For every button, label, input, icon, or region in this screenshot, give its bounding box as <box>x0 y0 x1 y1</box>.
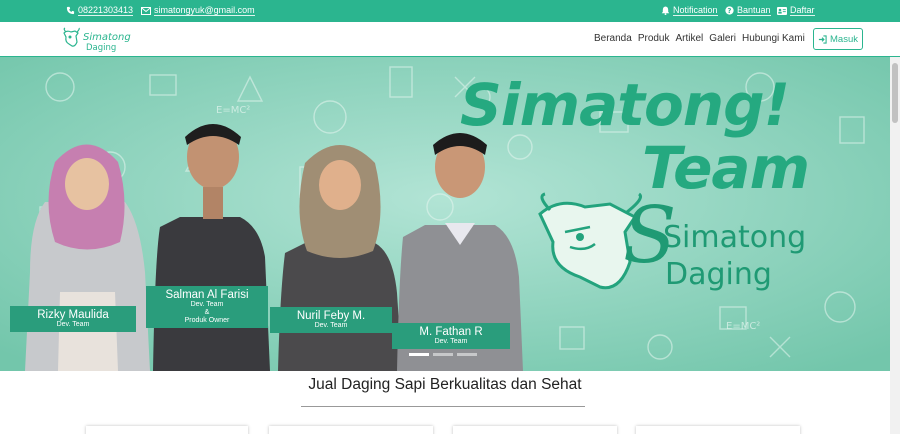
product-card[interactable] <box>636 426 800 434</box>
login-button[interactable]: Masuk <box>813 28 863 50</box>
team-role: Dev. Team <box>56 321 90 328</box>
team-member-photo-nuril <box>278 145 402 371</box>
carousel-indicator-2[interactable] <box>433 353 453 356</box>
envelope-icon <box>141 6 151 15</box>
team-tag-salman: Salman Al Farisi Dev. Team & Produk Owne… <box>146 286 268 328</box>
email-address: simatongyuk@gmail.com <box>154 5 255 16</box>
email-link[interactable]: simatongyuk@gmail.com <box>141 5 255 16</box>
help-link[interactable]: ? Bantuan <box>725 5 771 16</box>
nav-item-galeri[interactable]: Galeri <box>709 33 736 44</box>
navbar: Simatong Daging Beranda Produk Artikel G… <box>0 22 900 57</box>
section-title: Jual Daging Sapi Berkualitas dan Sehat <box>308 376 582 393</box>
register-link[interactable]: Daftar <box>777 5 815 16</box>
team-name: Rizky Maulida <box>37 309 109 321</box>
phone-icon <box>66 6 75 15</box>
register-label: Daftar <box>790 5 815 16</box>
page: 08221303413 simatongyuk@gmail.com Notifi… <box>0 0 900 434</box>
nav-item-produk[interactable]: Produk <box>638 33 670 44</box>
carousel-indicator-3[interactable] <box>457 353 477 356</box>
hero-logo-line2: Daging <box>665 257 772 292</box>
brand-logo[interactable]: Simatong Daging <box>62 27 132 53</box>
team-tag-fathan: M. Fathan R Dev. Team <box>392 323 510 349</box>
brand-line1: Simatong <box>83 32 131 43</box>
team-member-photo-rizky <box>25 144 150 371</box>
formula-text: E=MC² <box>216 105 250 116</box>
team-role: Dev. Team <box>314 322 348 329</box>
team-role-and: & <box>204 309 210 316</box>
nav-item-artikel[interactable]: Artikel <box>676 33 704 44</box>
hero-brand-logo: S Simatong Daging <box>538 192 806 292</box>
team-name: M. Fathan R <box>419 326 483 338</box>
section-divider <box>301 406 585 407</box>
team-role: Dev. Team <box>190 301 224 308</box>
nav-item-beranda[interactable]: Beranda <box>594 33 632 44</box>
question-circle-icon: ? <box>725 6 734 15</box>
help-label: Bantuan <box>737 5 771 16</box>
page-scrollbar[interactable] <box>890 57 900 434</box>
main-menu: Beranda Produk Artikel Galeri Hubungi Ka… <box>594 33 805 44</box>
carousel-indicator-1[interactable] <box>409 353 429 356</box>
team-role: Dev. Team <box>434 338 468 345</box>
hero-logo-line1: Simatong <box>663 220 806 255</box>
formula-text-2: E=MC² <box>726 321 760 332</box>
notification-link[interactable]: Notification <box>661 5 718 16</box>
notification-label: Notification <box>673 5 718 16</box>
top-bar: 08221303413 simatongyuk@gmail.com Notifi… <box>0 0 900 22</box>
team-tag-nuril: Nuril Feby M. Dev. Team <box>270 307 392 333</box>
team-member-photo-salman <box>153 124 270 371</box>
team-name: Salman Al Farisi <box>165 289 249 301</box>
team-role-2: Produk Owner <box>184 317 230 324</box>
scrollbar-thumb[interactable] <box>892 63 898 123</box>
team-name: Nuril Feby M. <box>296 310 366 322</box>
product-card[interactable] <box>269 426 433 434</box>
sign-in-icon <box>818 34 827 44</box>
phone-link[interactable]: 08221303413 <box>66 5 134 16</box>
bell-icon <box>661 6 670 15</box>
team-tag-rizky: Rizky Maulida Dev. Team <box>10 306 136 332</box>
login-label: Masuk <box>830 33 858 45</box>
hero-banner: E=MC² E=MC² Simatong! Team S Simatong Da… <box>0 57 890 371</box>
cow-head-icon <box>63 27 80 47</box>
phone-number: 08221303413 <box>78 5 134 16</box>
nav-item-hubungi-kami[interactable]: Hubungi Kami <box>742 33 805 44</box>
product-card[interactable] <box>86 426 248 434</box>
product-card[interactable] <box>453 426 617 434</box>
id-card-icon <box>777 6 787 15</box>
brand-line2: Daging <box>86 43 116 53</box>
svg-text:?: ? <box>728 7 732 15</box>
